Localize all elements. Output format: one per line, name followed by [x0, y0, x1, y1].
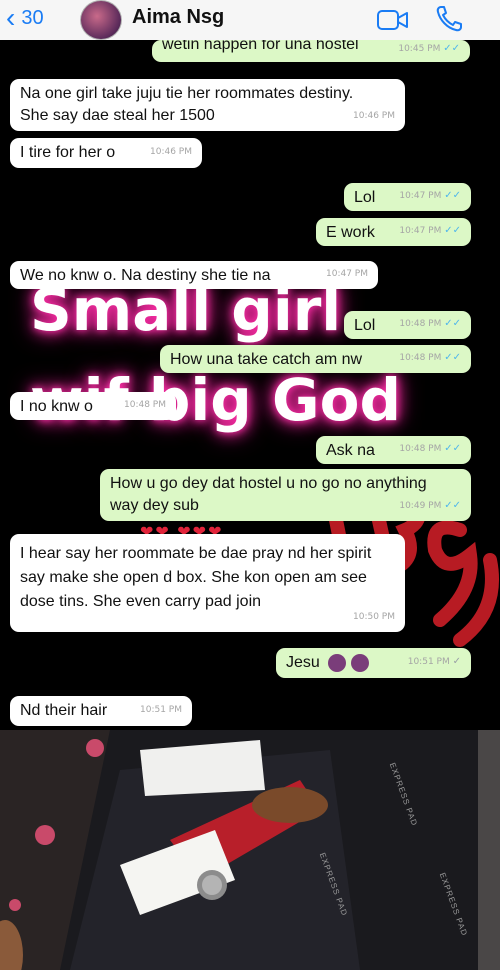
message-bubble[interactable]: Lol 10:47 PM ✓✓ — [344, 183, 471, 211]
message-bubble[interactable]: We no knw o. Na destiny she tie na 10:47… — [10, 261, 378, 289]
video-call-icon[interactable] — [376, 8, 410, 32]
message-bubble[interactable]: Lol 10:48 PM ✓✓ — [344, 311, 471, 339]
message-bubble[interactable]: How u go dey dat hostel u no go no anyth… — [100, 469, 471, 521]
message-bubble[interactable]: I no knw o 10:48 PM — [10, 392, 176, 420]
back-button[interactable]: ‹ 30 — [6, 4, 44, 32]
phone-call-icon[interactable] — [434, 4, 464, 34]
praying-emoji-icon — [350, 653, 369, 672]
message-bubble[interactable]: How una take catch am nw 10:48 PM ✓✓ — [160, 345, 471, 373]
message-bubble[interactable]: Na one girl take juju tie her roommates … — [10, 79, 405, 131]
shared-photo[interactable]: EXPRESS PAD EXPRESS PAD EXPRESS PAD — [0, 730, 500, 970]
message-bubble[interactable]: Jesu 10:51 PM ✓ — [276, 648, 471, 678]
message-bubble[interactable]: I hear say her roommate be dae pray nd h… — [10, 534, 405, 632]
chevron-left-icon: ‹ — [6, 2, 16, 33]
message-bubble[interactable]: Ask na 10:48 PM ✓✓ — [316, 436, 471, 464]
bag-photo-illustration — [0, 730, 500, 970]
message-bubble[interactable]: E work 10:47 PM ✓✓ — [316, 218, 471, 246]
message-bubble[interactable]: Nd their hair 10:51 PM — [10, 696, 192, 726]
contact-name[interactable]: Aima Nsg — [132, 6, 224, 29]
message-bubble[interactable]: I tire for her o 10:46 PM — [10, 138, 202, 168]
unread-count: 30 — [21, 6, 44, 29]
chat-header: ‹ 30 Aima Nsg — [0, 0, 500, 41]
avatar[interactable] — [80, 0, 122, 40]
message-bubble[interactable]: wetin happen for una hostel 10:45 PM ✓✓ — [152, 40, 470, 62]
chat-area[interactable]: Small girl wif big God wetin happen for … — [0, 40, 500, 730]
praying-emoji-icon — [328, 653, 347, 672]
